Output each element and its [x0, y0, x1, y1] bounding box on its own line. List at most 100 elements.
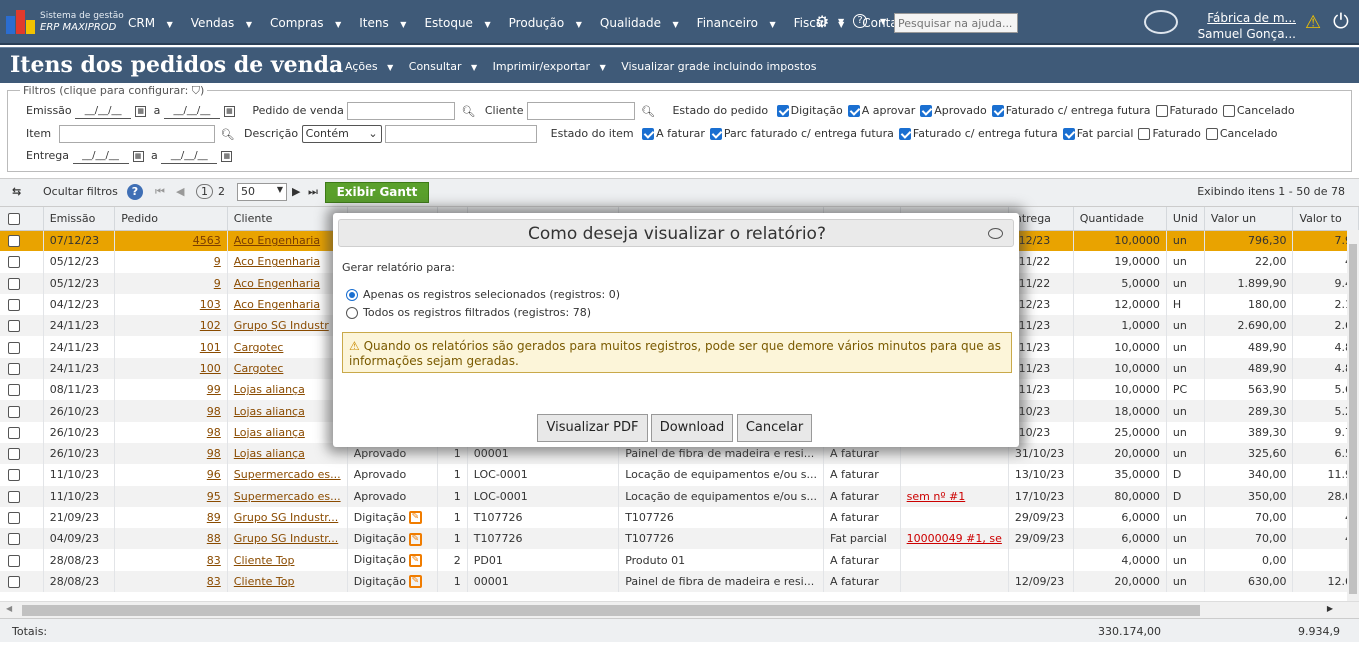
row-select-cell[interactable]	[0, 549, 44, 571]
menu-compras[interactable]: Compras ▼	[270, 16, 350, 30]
radio-all-records-input[interactable]	[346, 307, 358, 319]
column-header[interactable]: Valor to	[1292, 207, 1359, 231]
gantt-button[interactable]: Exibir Gantt	[325, 182, 429, 203]
checkbox-box[interactable]	[1062, 128, 1075, 140]
row-select-cell[interactable]	[0, 357, 44, 380]
row-select-cell[interactable]	[0, 230, 44, 252]
last-page-icon[interactable]: ⏭	[308, 185, 318, 199]
cell-cliente[interactable]: Supermercado es...	[227, 464, 348, 486]
table-row[interactable]: 21/09/23 89 Grupo SG Industr... Digitação ✎ 1…	[0, 506, 1359, 529]
row-select-cell[interactable]	[0, 528, 44, 550]
table-row[interactable]: 28/08/23 83 Cliente Top Digitação ✎ 1 00001 Pai…	[0, 570, 1359, 593]
cell-pedido[interactable]: 101	[114, 336, 228, 358]
checkbox-aprovado[interactable]: Aprovado	[918, 104, 987, 117]
table-row[interactable]: 04/09/23 88 Grupo SG Industr... Digitação ✎ 1…	[0, 528, 1359, 550]
cell-cliente[interactable]: Lojas aliança	[227, 442, 348, 465]
cell-pedido[interactable]: 102	[114, 315, 228, 337]
checkbox-faturado-c-entrega-futura[interactable]: Faturado c/ entrega futura	[990, 104, 1151, 117]
menu-vendas[interactable]: Vendas ▼	[191, 16, 261, 30]
row-checkbox[interactable]	[8, 426, 20, 439]
calendar-icon[interactable]: ▦	[132, 150, 144, 162]
menu-producao[interactable]: Produção ▼	[509, 16, 591, 30]
menu-crm[interactable]: CRM ▼	[128, 16, 182, 30]
cell-nf[interactable]: 10000049 #1, se	[900, 528, 1009, 550]
vertical-scrollbar[interactable]	[1347, 230, 1359, 601]
row-checkbox[interactable]	[8, 554, 20, 567]
checkbox-label[interactable]: Cancelado	[1237, 104, 1295, 117]
menu-itens[interactable]: Itens ▼	[359, 16, 415, 30]
column-header[interactable]: Emissão	[43, 207, 116, 231]
checkbox-digita-o[interactable]: Digitação	[775, 104, 843, 117]
row-select-cell[interactable]	[0, 251, 44, 273]
grid-with-taxes-link[interactable]: Visualizar grade incluindo impostos	[621, 60, 816, 73]
table-row[interactable]: 11/10/23 95 Supermercado es... Aprovado 1 LOC…	[0, 485, 1359, 507]
power-icon[interactable]: ⏻	[1333, 9, 1349, 33]
column-header[interactable]: Cliente	[227, 207, 348, 231]
cell-pedido[interactable]: 83	[114, 549, 228, 571]
gear-dropdown-icon[interactable]: ▼	[838, 17, 844, 26]
checkbox-label[interactable]: Parc faturado c/ entrega futura	[724, 127, 894, 140]
search-icon[interactable]: 🔍︎	[461, 105, 475, 118]
column-header[interactable]: Quantidade	[1073, 207, 1167, 231]
checkbox-faturado[interactable]: Faturado	[1136, 127, 1201, 140]
warning-icon[interactable]: ⚠	[1305, 12, 1321, 33]
cell-pedido[interactable]: 103	[114, 293, 228, 316]
checkbox-box[interactable]	[847, 105, 860, 117]
row-checkbox[interactable]	[8, 448, 20, 461]
entrega-from-field[interactable]: __/__/__	[72, 148, 129, 164]
checkbox-faturado[interactable]: Faturado	[1154, 104, 1218, 117]
calendar-icon[interactable]: ▦	[135, 105, 147, 117]
checkbox-a-faturar[interactable]: A faturar	[640, 127, 705, 140]
help-icon[interactable]: ?	[127, 184, 143, 200]
column-header[interactable]: Pedido	[114, 207, 228, 231]
scroll-right-icon[interactable]: ▶	[1327, 604, 1333, 613]
cliente-input[interactable]	[526, 102, 635, 120]
pedido-input[interactable]	[347, 102, 456, 120]
cell-pedido[interactable]: 98	[114, 400, 228, 422]
checkbox-label[interactable]: Aprovado	[934, 104, 986, 117]
comment-icon[interactable]	[988, 228, 1003, 239]
row-checkbox[interactable]	[8, 512, 20, 524]
checkbox-label[interactable]: Fat parcial	[1077, 127, 1134, 140]
radio-selected-records[interactable]: Apenas os registros selecionados (regist…	[346, 288, 620, 301]
checkbox-label[interactable]: A faturar	[656, 127, 705, 140]
row-select-cell[interactable]	[0, 485, 44, 507]
help-icon[interactable]: ?	[853, 14, 867, 28]
cell-pedido[interactable]: 96	[114, 464, 228, 486]
filters-legend[interactable]: Filtros (clique para configurar: ⛉)	[20, 84, 208, 98]
checkbox-cancelado[interactable]: Cancelado	[1204, 127, 1278, 140]
checkbox-box[interactable]	[991, 105, 1004, 117]
cell-pedido[interactable]: 9	[114, 251, 228, 273]
user-name[interactable]: Samuel Gonça...	[1198, 27, 1296, 41]
cell-cliente[interactable]: Lojas aliança	[227, 421, 348, 443]
refresh-icon[interactable]: ⇆	[12, 185, 21, 198]
checkbox-parc-faturado-c-entrega-futura[interactable]: Parc faturado c/ entrega futura	[708, 127, 894, 140]
row-checkbox[interactable]	[8, 575, 20, 588]
download-button[interactable]: Download	[651, 414, 733, 442]
row-checkbox[interactable]	[8, 299, 20, 312]
checkbox-box[interactable]	[1155, 105, 1168, 117]
checkbox-box[interactable]	[776, 105, 789, 117]
edit-icon[interactable]: ✎	[408, 532, 422, 546]
page-2-button[interactable]: 2	[218, 185, 225, 198]
help-dropdown-icon[interactable]: ▼	[880, 17, 886, 26]
row-checkbox[interactable]	[8, 362, 20, 375]
menu-imprimir-exportar[interactable]: Imprimir/exportar ▼	[493, 60, 612, 73]
cell-pedido[interactable]: 88	[114, 528, 228, 550]
cell-cliente[interactable]: Lojas aliança	[227, 400, 348, 422]
edit-icon[interactable]: ✎	[408, 575, 422, 589]
row-select-cell[interactable]	[0, 464, 44, 486]
row-select-cell[interactable]	[0, 442, 44, 465]
cell-pedido[interactable]: 4563	[114, 230, 228, 252]
cell-pedido[interactable]: 95	[114, 485, 228, 507]
select-all-column[interactable]	[0, 207, 44, 231]
row-checkbox[interactable]	[8, 256, 20, 269]
emissao-from-field[interactable]: __/__/__	[75, 103, 132, 119]
edit-icon[interactable]: ✎	[408, 511, 422, 525]
checkbox-box[interactable]	[898, 128, 911, 140]
menu-acoes[interactable]: Ações ▼	[345, 60, 399, 73]
column-header[interactable]: Valor un	[1204, 207, 1294, 231]
cell-pedido[interactable]: 100	[114, 357, 228, 380]
row-checkbox[interactable]	[8, 533, 20, 546]
search-icon[interactable]: 🔍︎	[221, 128, 235, 141]
